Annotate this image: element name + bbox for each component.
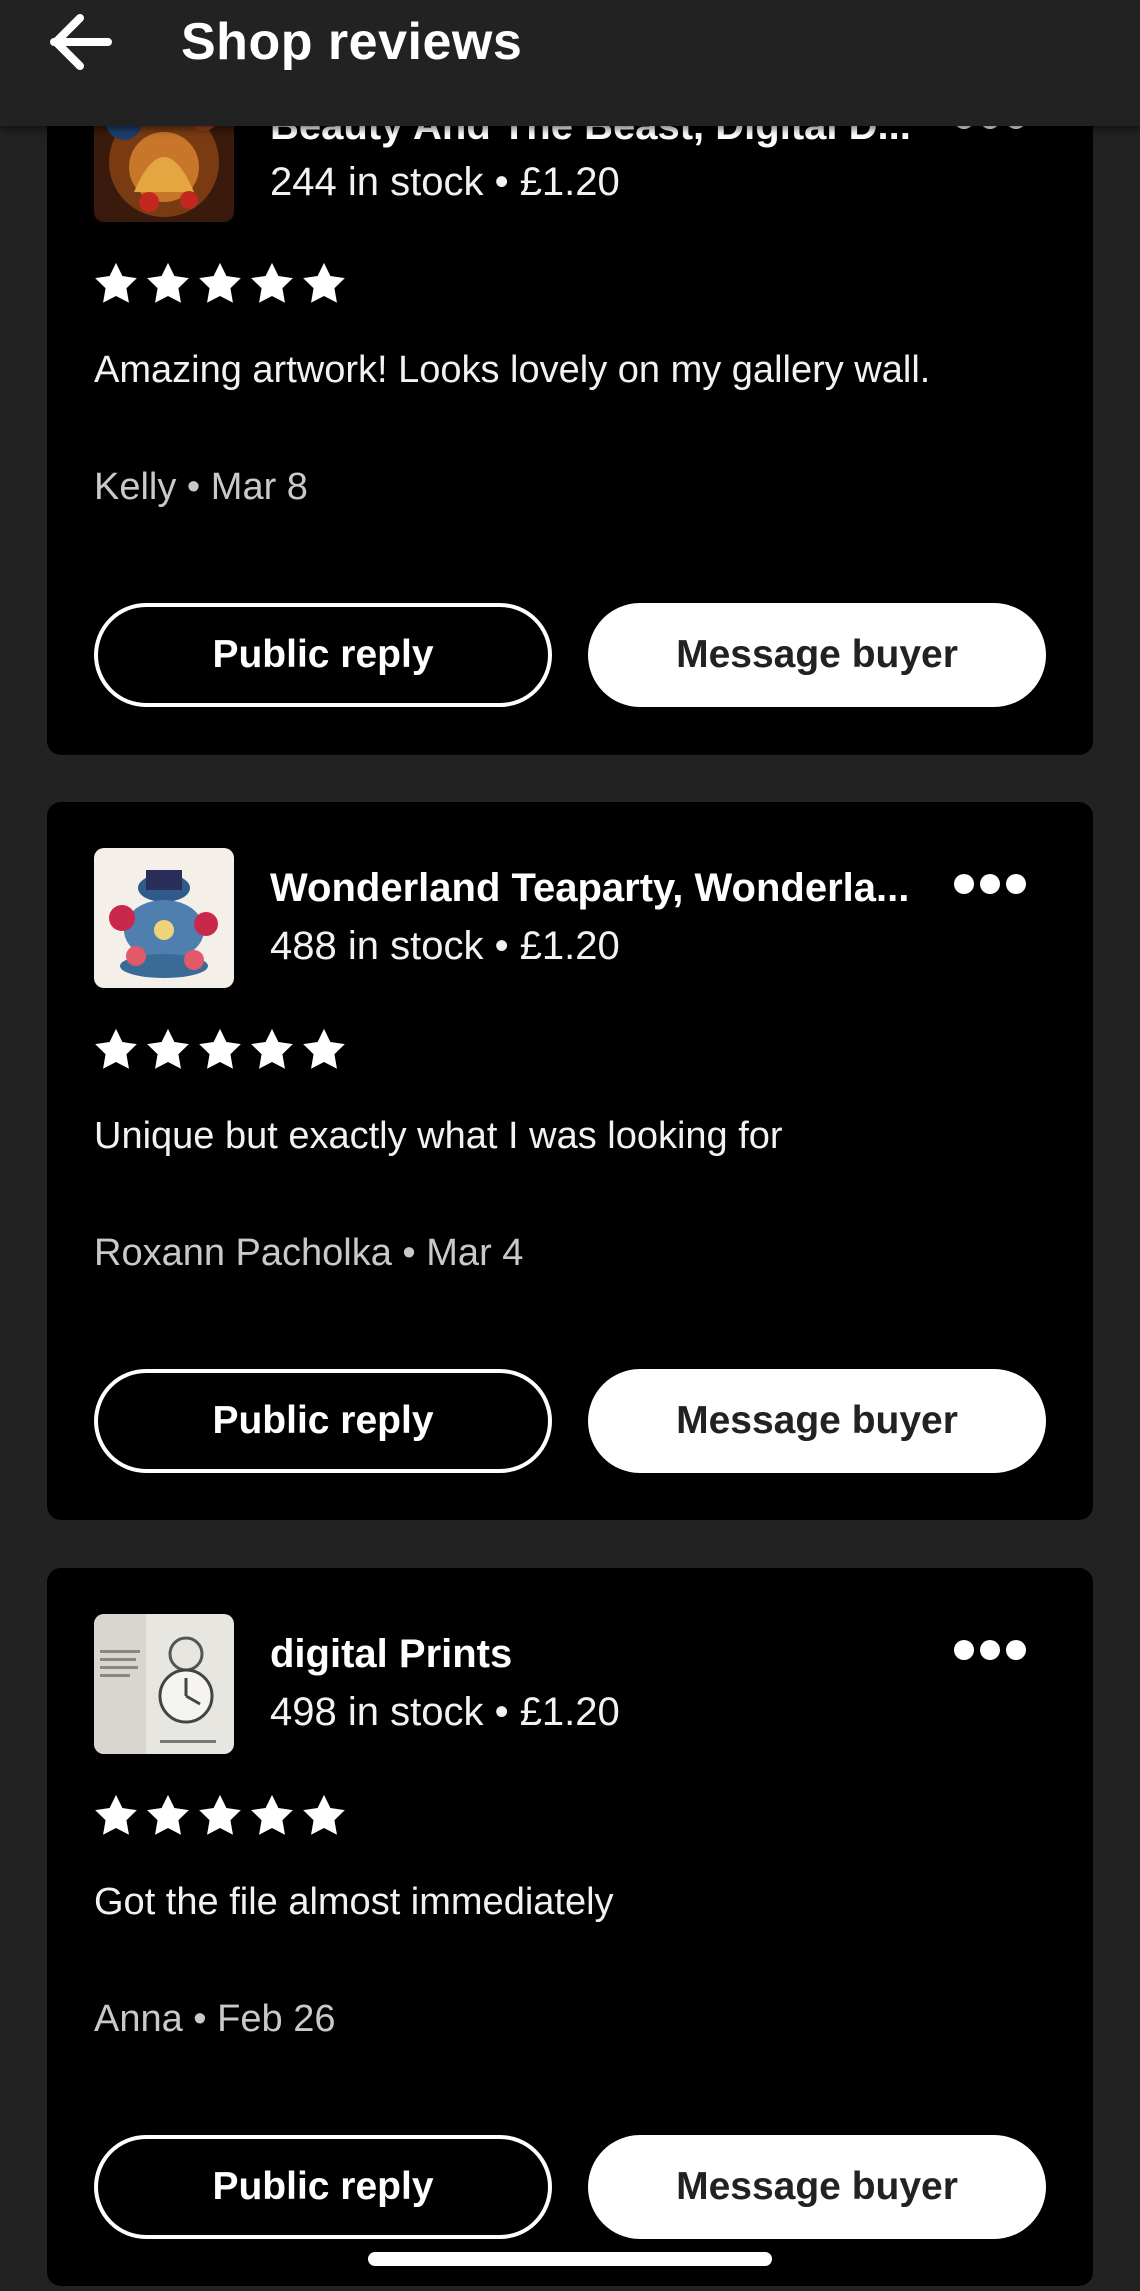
more-horizontal-icon — [954, 1640, 1026, 1660]
home-indicator[interactable] — [368, 2252, 772, 2266]
more-options-button[interactable] — [953, 1639, 1027, 1661]
public-reply-button[interactable]: Public reply — [94, 603, 552, 707]
star-icon — [94, 1794, 138, 1836]
star-icon — [94, 1028, 138, 1070]
app-header: Shop reviews — [0, 0, 1140, 126]
star-icon — [146, 1794, 190, 1836]
page-title: Shop reviews — [181, 13, 523, 71]
review-author-date: Roxann Pacholka • Mar 4 — [94, 1232, 524, 1274]
review-card: Wonderland Teaparty, Wonderla... 488 in … — [47, 802, 1093, 1520]
star-icon — [146, 1028, 190, 1070]
star-rating — [94, 1794, 346, 1836]
review-text: Unique but exactly what I was looking fo… — [94, 1115, 783, 1157]
more-options-button[interactable] — [953, 873, 1027, 895]
review-card: Beauty And The Beast, Digital D... 244 i… — [47, 60, 1093, 755]
star-icon — [198, 262, 242, 304]
star-icon — [302, 1028, 346, 1070]
star-rating — [94, 262, 346, 304]
message-buyer-button[interactable]: Message buyer — [588, 603, 1046, 707]
review-card: digital Prints 498 in stock • £1.20 Got … — [47, 1568, 1093, 2286]
star-icon — [250, 1028, 294, 1070]
more-horizontal-icon — [954, 874, 1026, 894]
star-icon — [302, 262, 346, 304]
review-text: Got the file almost immediately — [94, 1881, 614, 1923]
star-icon — [198, 1028, 242, 1070]
star-icon — [250, 262, 294, 304]
message-buyer-button[interactable]: Message buyer — [588, 2135, 1046, 2239]
stock-price: 498 in stock • £1.20 — [270, 1690, 620, 1734]
star-rating — [94, 1028, 346, 1070]
arrow-left-icon — [50, 14, 112, 70]
review-author-date: Anna • Feb 26 — [94, 1998, 336, 2040]
review-author-date: Kelly • Mar 8 — [94, 466, 308, 508]
star-icon — [302, 1794, 346, 1836]
stock-price: 488 in stock • £1.20 — [270, 924, 620, 968]
product-title[interactable]: digital Prints — [270, 1630, 930, 1678]
stock-price: 244 in stock • £1.20 — [270, 160, 620, 204]
product-title[interactable]: Wonderland Teaparty, Wonderla... — [270, 864, 930, 912]
message-buyer-button[interactable]: Message buyer — [588, 1369, 1046, 1473]
star-icon — [94, 262, 138, 304]
back-button[interactable] — [50, 14, 114, 70]
product-thumbnail[interactable] — [94, 1614, 234, 1754]
review-text: Amazing artwork! Looks lovely on my gall… — [94, 349, 931, 391]
star-icon — [250, 1794, 294, 1836]
star-icon — [198, 1794, 242, 1836]
star-icon — [146, 262, 190, 304]
public-reply-button[interactable]: Public reply — [94, 2135, 552, 2239]
product-thumbnail[interactable] — [94, 848, 234, 988]
public-reply-button[interactable]: Public reply — [94, 1369, 552, 1473]
